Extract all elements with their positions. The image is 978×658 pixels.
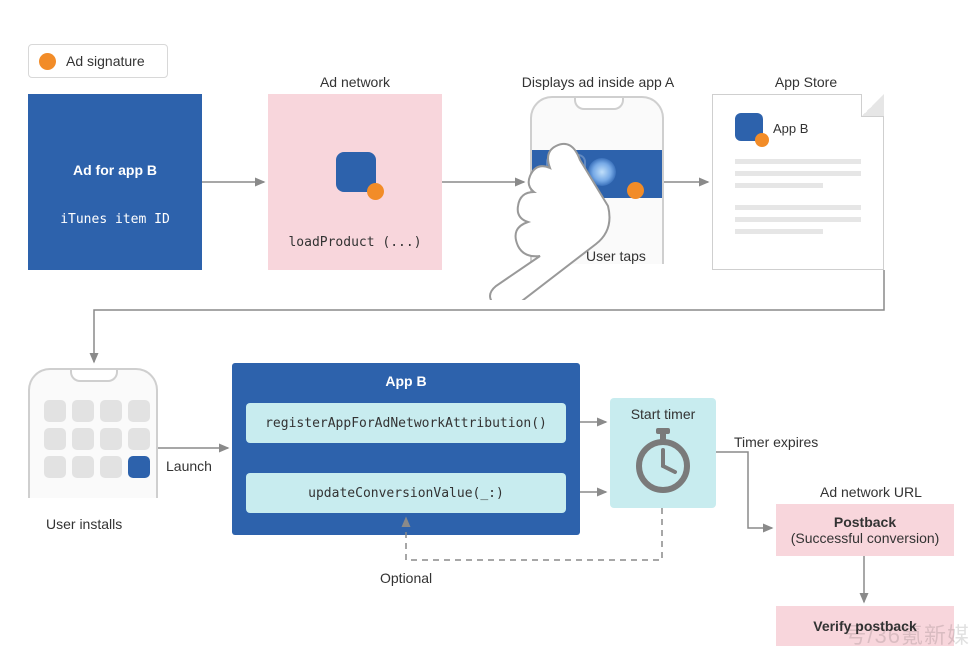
label-app-store: App Store (766, 74, 846, 90)
ad-for-app-b-card: Ad for app B iTunes item ID (28, 94, 202, 270)
phone-app-a (530, 96, 664, 264)
text-line-icon (735, 159, 861, 164)
label-user-installs: User installs (46, 516, 122, 532)
code-register: registerAppForAdNetworkAttribution() (246, 403, 566, 443)
ad-card-subtitle: iTunes item ID (28, 178, 202, 227)
touch-ripple-icon (588, 158, 616, 186)
label-ad-network: Ad network (300, 74, 410, 90)
text-line-icon (735, 205, 861, 210)
arrow-timer-to-postback (716, 452, 772, 528)
legend-label: Ad signature (66, 53, 145, 69)
ad-card-title: Ad for app B (28, 94, 202, 178)
timer-title: Start timer (610, 398, 716, 422)
postback-title: Postback (776, 514, 954, 530)
app-store-page: App B (712, 94, 884, 270)
ad-network-card: loadProduct (...) (268, 94, 442, 270)
ad-signature-dot-icon (755, 133, 769, 147)
ad-signature-dot-icon (39, 53, 56, 70)
postback-block: Postback (Successful conversion) (776, 504, 954, 556)
label-user-taps: User taps (586, 248, 646, 264)
stopwatch-icon (633, 428, 693, 494)
arrow-store-to-install (94, 270, 884, 362)
ad-signature-dot-icon (627, 182, 644, 199)
label-displays-ad: Displays ad inside app A (508, 74, 688, 90)
text-line-icon (735, 217, 861, 222)
app-grid (44, 400, 150, 478)
label-launch: Launch (166, 458, 212, 474)
label-timer-expires: Timer expires (734, 434, 818, 450)
ad-signature-dot-icon (367, 183, 384, 200)
timer-block: Start timer (610, 398, 716, 508)
label-optional: Optional (380, 570, 432, 586)
app-b-icon (336, 152, 376, 192)
load-product-code: loadProduct (...) (268, 235, 442, 250)
code-update: updateConversionValue(_:) (246, 473, 566, 513)
text-line-icon (735, 183, 823, 188)
app-b-title: App B (232, 363, 580, 389)
watermark-text: 号/36氪新媒 (844, 618, 970, 650)
text-line-icon (735, 171, 861, 176)
app-b-icon (546, 154, 586, 194)
legend-box: Ad signature (28, 44, 168, 78)
label-ad-network-url: Ad network URL (820, 484, 922, 500)
app-b-block: App B registerAppForAdNetworkAttribution… (232, 363, 580, 535)
phone-notch-icon (70, 370, 118, 382)
phone-notch-icon (574, 98, 624, 110)
store-app-label: App B (773, 121, 808, 136)
text-line-icon (735, 229, 823, 234)
installed-app-b-icon (128, 456, 150, 478)
postback-subtitle: (Successful conversion) (776, 530, 954, 546)
phone-home-screen (28, 368, 158, 498)
app-b-icon (735, 113, 763, 141)
